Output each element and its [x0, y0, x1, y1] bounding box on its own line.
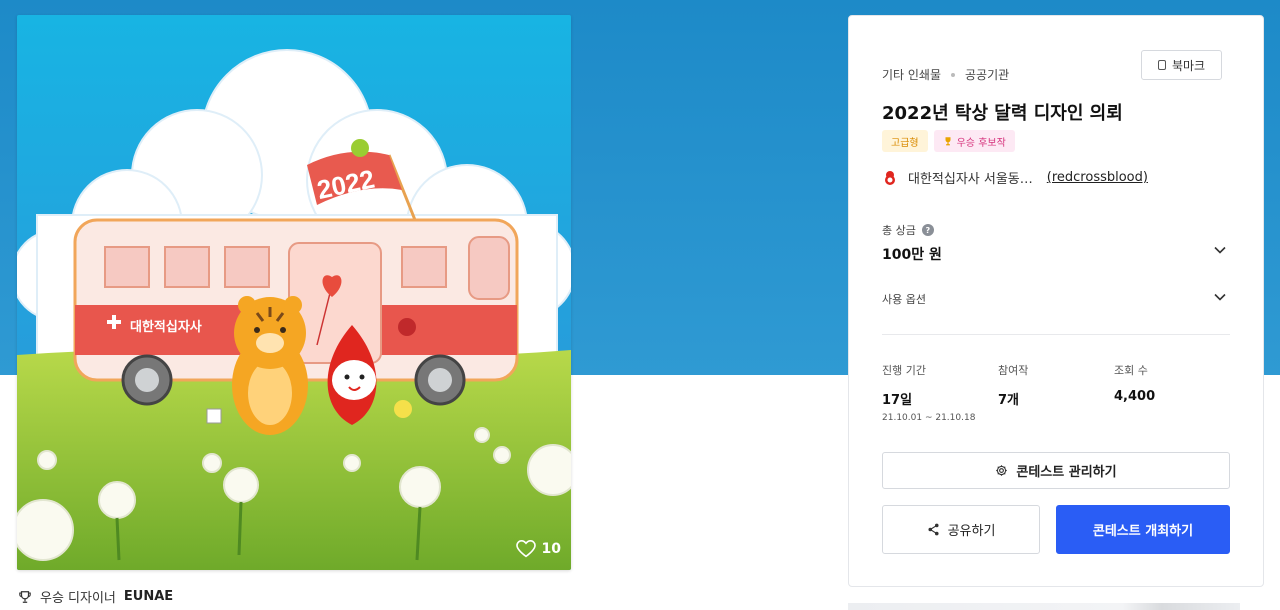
chevron-down-icon[interactable] [1214, 246, 1226, 254]
winner-prefix: 우승 디자이너 [40, 591, 116, 606]
premium-badge: 고급형 [882, 130, 928, 152]
winner-name[interactable]: EUNAE [124, 589, 173, 604]
artwork-illustration: 2022 대한적십자사 [17, 15, 571, 570]
contest-info-panel: 기타 인쇄물 공공기관 북마크 2022년 탁상 달력 디자인 의뢰 고급형 우… [848, 15, 1264, 587]
views-value: 4,400 [1114, 389, 1156, 404]
share-label: 공유하기 [947, 524, 996, 539]
next-section-preview [848, 603, 1240, 610]
breadcrumb-separator [951, 72, 956, 77]
bookmark-button[interactable]: 북마크 [1141, 50, 1222, 80]
usage-options-label[interactable]: 사용 옵션 [882, 291, 926, 307]
contest-artwork[interactable]: 2022 대한적십자사 10 [17, 15, 571, 570]
entries-label: 참여작 [998, 364, 1029, 377]
trophy-icon [19, 590, 31, 603]
period-value: 17일 [882, 393, 913, 408]
period-range: 21.10.01 ~ 21.10.18 [882, 413, 976, 423]
bookmark-icon [1157, 60, 1166, 70]
stat-period: 진행 기간 17일 21.10.01 ~ 21.10.18 [882, 362, 975, 423]
host-handle[interactable]: (redcrossblood) [1047, 170, 1148, 185]
period-label: 진행 기간 [882, 364, 926, 377]
contest-title: 2022년 탁상 달력 디자인 의뢰 [882, 103, 1123, 124]
bus-label: 대한적십자사 [130, 319, 202, 335]
manage-contest-label: 콘테스트 관리하기 [1016, 465, 1117, 480]
breadcrumb-category[interactable]: 기타 인쇄물 [882, 66, 941, 83]
gear-icon [996, 465, 1008, 476]
breadcrumb-subcategory[interactable]: 공공기관 [965, 66, 1009, 83]
help-icon[interactable]: ? [921, 224, 934, 236]
share-icon [928, 523, 939, 536]
host-contest-button[interactable]: 콘테스트 개최하기 [1056, 505, 1230, 554]
stat-views: 조회 수 4,400 [1114, 362, 1155, 404]
views-label: 조회 수 [1114, 364, 1148, 377]
divider [882, 334, 1230, 335]
prize-label-text: 총 상금 [882, 224, 916, 237]
stat-entries: 참여작 7개 [998, 362, 1028, 408]
badge-row: 고급형 우승 후보작 [882, 130, 1015, 152]
like-counter[interactable]: 10 [515, 540, 561, 558]
heart-icon [515, 540, 536, 558]
host-name[interactable]: 대한적십자사 서울동… [908, 168, 1033, 187]
chevron-down-icon[interactable] [1214, 293, 1226, 301]
winner-designer: 우승 디자이너 EUNAE [18, 587, 173, 606]
total-prize-value: 100만 원 [882, 247, 942, 263]
entries-value: 7개 [998, 393, 1020, 408]
total-prize-label: 총 상금 ? [882, 222, 934, 238]
manage-contest-button[interactable]: 콘테스트 관리하기 [882, 452, 1230, 489]
candidate-badge-label: 우승 후보작 [956, 137, 1006, 149]
breadcrumb: 기타 인쇄물 공공기관 [882, 66, 1009, 83]
like-count: 10 [541, 541, 561, 557]
trophy-icon [945, 137, 951, 146]
bookmark-label: 북마크 [1171, 58, 1206, 73]
host-avatar [885, 170, 895, 185]
winner-candidate-badge: 우승 후보작 [933, 130, 1015, 152]
share-button[interactable]: 공유하기 [882, 505, 1040, 554]
host-info[interactable]: 대한적십자사 서울동… (redcrossblood) [882, 168, 1148, 187]
